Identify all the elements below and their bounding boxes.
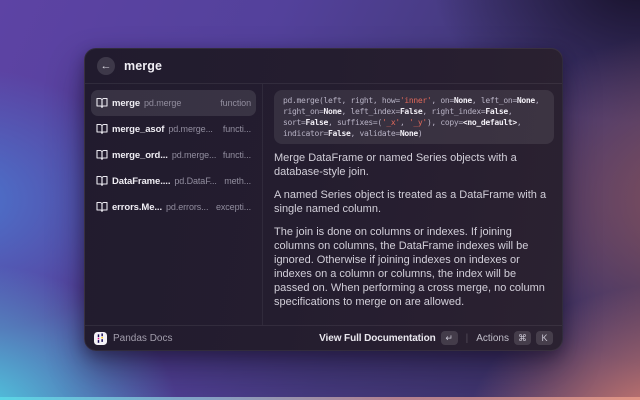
code-line: sort=False, suffixes=('_x', '_y'), copy=…	[283, 117, 545, 128]
code-line: pd.merge(left, right, how='inner', on=No…	[283, 95, 545, 106]
list-item[interactable]: DataFrame.... pd.DataF... meth...	[91, 168, 256, 194]
result-title: DataFrame....	[112, 176, 170, 187]
result-subtitle: pd.DataF...	[174, 176, 216, 186]
command-key-icon: ⌘	[514, 331, 531, 345]
code-line: right_on=None, left_index=False, right_i…	[283, 106, 545, 117]
actions-button[interactable]: Actions ⌘ K	[476, 331, 553, 345]
result-type-badge: functi...	[223, 124, 251, 134]
result-subtitle: pd.merge...	[172, 150, 216, 160]
book-icon	[96, 175, 108, 187]
result-type-badge: function	[220, 98, 251, 108]
result-title: merge	[112, 98, 140, 109]
result-title: merge_asof	[112, 124, 164, 135]
k-key-icon: K	[536, 331, 553, 345]
result-subtitle: pd.merge...	[168, 124, 212, 134]
footer-bar: Pandas Docs View Full Documentation ↵ | …	[85, 325, 562, 350]
result-type-badge: functi...	[223, 150, 251, 160]
actions-label: Actions	[476, 333, 509, 344]
description: Merge DataFrame or named Series objects …	[274, 151, 554, 309]
enter-key-icon: ↵	[441, 331, 458, 345]
book-icon	[96, 97, 108, 109]
back-arrow-icon: ←	[101, 57, 112, 75]
list-item[interactable]: merge pd.merge function	[91, 90, 256, 116]
result-subtitle: pd.errors...	[166, 202, 208, 212]
book-icon	[96, 123, 108, 135]
docs-search-window: ← merge merge pd.merge function merge_as…	[84, 48, 563, 351]
code-line: indicator=False, validate=None)	[283, 128, 545, 139]
back-button[interactable]: ←	[97, 57, 115, 75]
book-icon	[96, 149, 108, 161]
detail-panel[interactable]: pd.merge(left, right, how='inner', on=No…	[263, 84, 562, 325]
result-type-badge: meth...	[224, 176, 251, 186]
result-title: merge_ord...	[112, 150, 168, 161]
pandas-logo-icon	[94, 332, 107, 345]
description-paragraph: The join is done on columns or indexes. …	[274, 225, 554, 309]
view-full-documentation-label: View Full Documentation	[319, 333, 435, 344]
description-paragraph: Merge DataFrame or named Series objects …	[274, 151, 554, 179]
code-block: pd.merge(left, right, how='inner', on=No…	[274, 90, 554, 144]
footer-divider: |	[466, 333, 469, 344]
list-item[interactable]: errors.Me... pd.errors... excepti...	[91, 194, 256, 220]
result-title: errors.Me...	[112, 202, 162, 213]
list-item[interactable]: merge_ord... pd.merge... functi...	[91, 142, 256, 168]
app-name: Pandas Docs	[113, 333, 172, 344]
book-icon	[96, 201, 108, 213]
results-list: merge pd.merge function merge_asof pd.me…	[85, 84, 263, 325]
result-type-badge: excepti...	[216, 202, 251, 212]
list-item[interactable]: merge_asof pd.merge... functi...	[91, 116, 256, 142]
search-input[interactable]: merge	[124, 59, 162, 73]
search-bar: ← merge	[85, 49, 562, 84]
result-subtitle: pd.merge	[144, 98, 181, 108]
description-paragraph: A named Series object is treated as a Da…	[274, 188, 554, 216]
view-full-documentation-button[interactable]: View Full Documentation ↵	[319, 331, 457, 345]
